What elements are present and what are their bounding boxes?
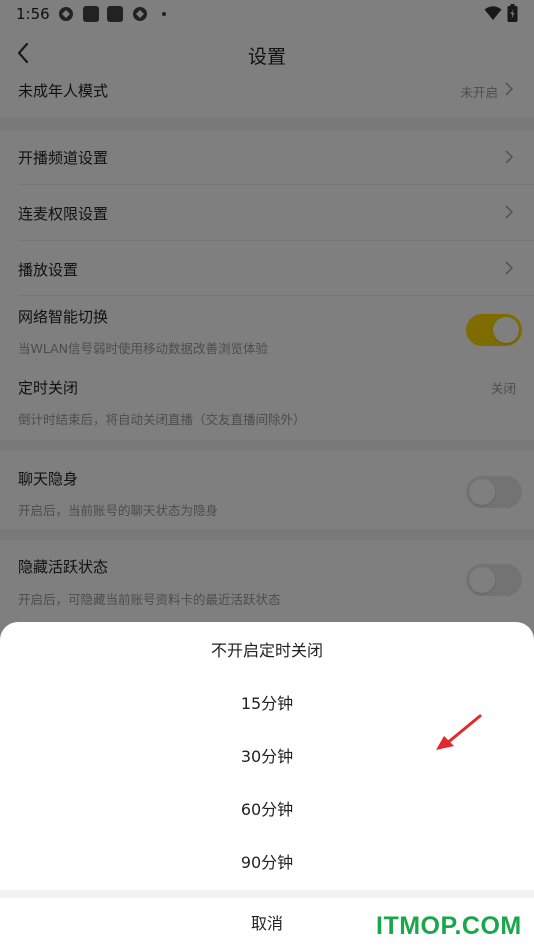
settings-screen: 1:56 设置 未成年人模式 未开启 开 [0,0,534,950]
watermark-logo: ITMOP.COM [376,912,522,940]
timer-option-60min[interactable]: 60分钟 [0,783,534,836]
timer-options-sheet: 不开启定时关闭 15分钟 30分钟 60分钟 90分钟 取消 [0,622,534,950]
timer-option-off[interactable]: 不开启定时关闭 [0,624,534,677]
timer-option-90min[interactable]: 90分钟 [0,836,534,889]
sheet-separator [0,890,534,898]
annotation-arrow-icon [436,714,482,750]
